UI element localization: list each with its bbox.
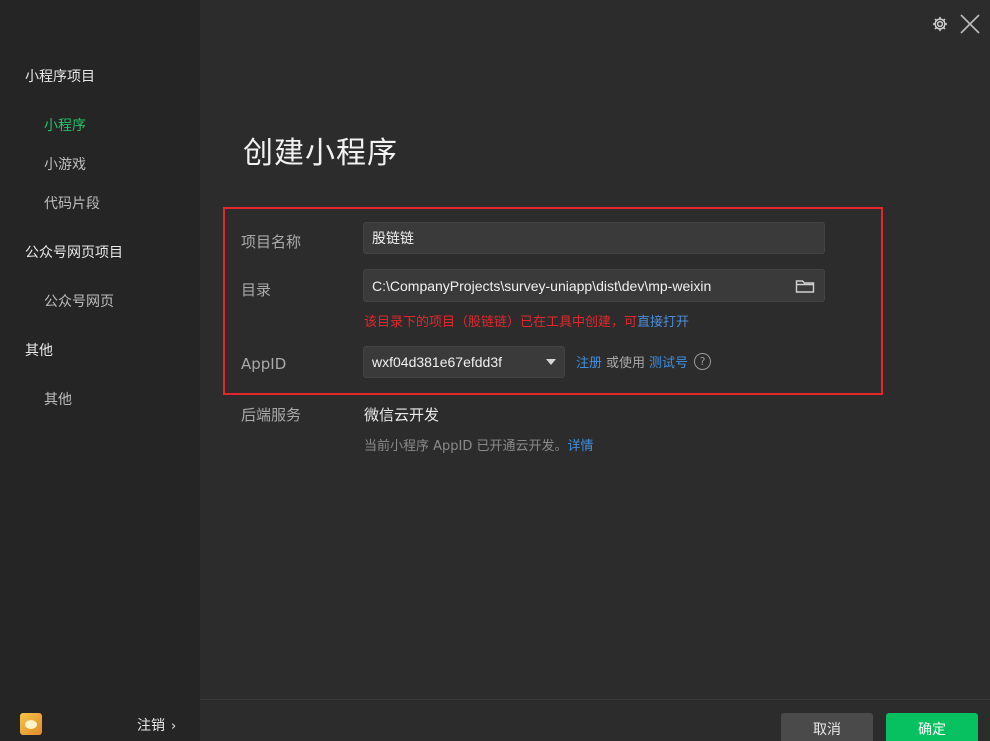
open-directly-link[interactable]: 直接打开 — [637, 315, 689, 330]
sidebar-item-other[interactable]: 其他 — [44, 389, 72, 409]
register-link[interactable]: 注册 — [576, 352, 602, 371]
backend-service-value: 微信云开发 — [364, 406, 440, 424]
logout-label: 注销 — [137, 718, 165, 734]
chevron-right-icon: › — [171, 719, 177, 734]
backend-desc-text: 当前小程序 AppID 已开通云开发。 — [364, 439, 568, 454]
project-name-value: 股链链 — [372, 230, 414, 246]
directory-warning: 该目录下的项目（股链链）已在工具中创建，可直接打开 — [364, 311, 689, 330]
appid-select[interactable]: wxf04d381e67efdd3f — [363, 346, 565, 378]
confirm-button[interactable]: 确定 — [886, 713, 978, 741]
caret-down-icon — [546, 359, 556, 365]
folder-icon[interactable] — [794, 275, 816, 297]
avatar[interactable] — [20, 713, 42, 735]
appid-links: 注册 或使用 测试号 ? — [576, 352, 712, 371]
sidebar-section-miniprogram-projects: 小程序项目 — [25, 69, 95, 85]
sidebar-item-official-account-web[interactable]: 公众号网页 — [44, 291, 114, 311]
appid-label: AppID — [241, 355, 287, 373]
sidebar: 小程序项目 小程序 小游戏 代码片段 公众号网页项目 公众号网页 其他 其他 注… — [0, 0, 200, 741]
directory-label: 目录 — [241, 281, 272, 299]
warning-text: 该目录下的项目（股链链）已在工具中创建，可 — [364, 315, 638, 330]
directory-input[interactable]: C:\CompanyProjects\survey-uniapp\dist\de… — [363, 269, 825, 302]
project-name-input[interactable]: 股链链 — [363, 222, 825, 254]
help-icon[interactable]: ? — [694, 353, 712, 370]
page-title: 创建小程序 — [243, 136, 398, 171]
gear-icon[interactable] — [928, 12, 952, 36]
backend-service-label: 后端服务 — [241, 406, 302, 424]
sidebar-item-code-snippet[interactable]: 代码片段 — [44, 193, 100, 213]
close-icon[interactable] — [958, 12, 982, 36]
or-use-text: 或使用 — [606, 356, 646, 371]
logout-button[interactable]: 注销 › — [137, 715, 176, 735]
window-controls — [922, 12, 982, 36]
sidebar-item-miniprogram[interactable]: 小程序 — [44, 115, 86, 135]
cancel-button[interactable]: 取消 — [781, 713, 873, 741]
directory-value: C:\CompanyProjects\survey-uniapp\dist\de… — [372, 277, 712, 294]
backend-detail-link[interactable]: 详情 — [568, 439, 594, 454]
sidebar-section-other: 其他 — [25, 343, 53, 359]
footer-divider — [200, 699, 990, 700]
test-account-link[interactable]: 测试号 — [649, 352, 688, 371]
project-name-label: 项目名称 — [241, 233, 302, 251]
create-miniprogram-window: 小程序项目 小程序 小游戏 代码片段 公众号网页项目 公众号网页 其他 其他 注… — [0, 0, 990, 741]
backend-service-description: 当前小程序 AppID 已开通云开发。详情 — [364, 435, 594, 454]
sidebar-section-official-account: 公众号网页项目 — [25, 245, 123, 261]
sidebar-item-minigame[interactable]: 小游戏 — [44, 154, 86, 174]
sidebar-footer: 注销 › — [0, 707, 200, 741]
appid-value: wxf04d381e67efdd3f — [372, 354, 502, 370]
